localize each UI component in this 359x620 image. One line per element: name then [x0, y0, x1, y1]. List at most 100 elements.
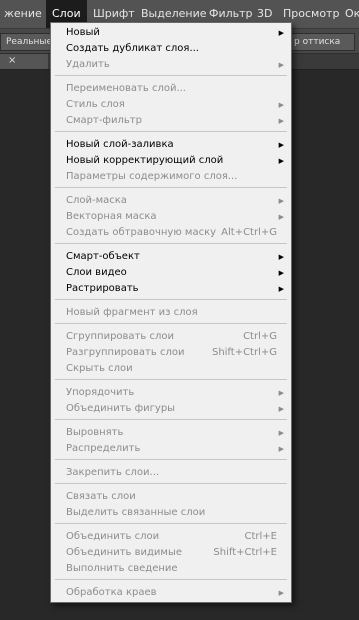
- menu-item-label: Новый фрагмент из слоя: [66, 307, 198, 318]
- menu-item-label: Распределить: [66, 443, 141, 454]
- submenu-arrow-icon: ▶: [278, 285, 284, 293]
- submenu-arrow-icon: ▶: [278, 269, 284, 277]
- menu-separator: [55, 131, 287, 132]
- menubar-item-image[interactable]: жение: [4, 0, 42, 28]
- menu-item-shortcut: Ctrl+E: [244, 531, 278, 542]
- menu-item-shortcut: Alt+Ctrl+G: [221, 227, 277, 238]
- menu-separator: [55, 299, 287, 300]
- menu-item-label: Обработка краев: [66, 587, 157, 598]
- menu-item-label: Стиль слоя: [66, 99, 125, 110]
- proof-colors-control[interactable]: р оттиска: [290, 33, 355, 51]
- menu-item-delete[interactable]: Удалить ▶: [51, 57, 291, 73]
- menubar-item-window[interactable]: Ок: [345, 0, 359, 28]
- menu-separator: [55, 419, 287, 420]
- menu-item-label: Скрыть слои: [66, 363, 133, 374]
- menu-item-hide-layers[interactable]: Скрыть слои: [51, 361, 291, 377]
- menu-item-flatten-image[interactable]: Выполнить сведение: [51, 561, 291, 577]
- menu-item-rename-layer[interactable]: Переименовать слой...: [51, 81, 291, 97]
- menu-separator: [55, 523, 287, 524]
- submenu-arrow-icon: ▶: [278, 429, 284, 437]
- menu-item-label: Новый корректирующий слой: [66, 155, 224, 166]
- menu-item-rasterize[interactable]: Растрировать ▶: [51, 281, 291, 297]
- menu-separator: [55, 483, 287, 484]
- menu-separator: [55, 243, 287, 244]
- menu-item-label: Закрепить слои...: [66, 467, 160, 478]
- menu-item-new[interactable]: Новый ▶: [51, 25, 291, 41]
- menu-item-label: Упорядочить: [66, 387, 135, 398]
- menu-item-smart-object[interactable]: Смарт-объект ▶: [51, 249, 291, 265]
- menu-item-group-layers[interactable]: Сгруппировать слои Ctrl+G: [51, 329, 291, 345]
- menu-item-shortcut: Ctrl+G: [243, 331, 277, 342]
- menu-item-link-layers[interactable]: Связать слои: [51, 489, 291, 505]
- menu-item-combine-shapes[interactable]: Объединить фигуры ▶: [51, 401, 291, 417]
- menu-item-smart-filter[interactable]: Смарт-фильтр ▶: [51, 113, 291, 129]
- submenu-arrow-icon: ▶: [278, 101, 284, 109]
- submenu-arrow-icon: ▶: [278, 141, 284, 149]
- menu-item-label: Новый: [66, 27, 100, 38]
- menu-item-merge-layers[interactable]: Объединить слои Ctrl+E: [51, 529, 291, 545]
- menu-item-layer-mask[interactable]: Слой-маска ▶: [51, 193, 291, 209]
- menu-item-new-slice-from-layer[interactable]: Новый фрагмент из слоя: [51, 305, 291, 321]
- menu-item-layer-content-options[interactable]: Параметры содержимого слоя...: [51, 169, 291, 185]
- menu-separator: [55, 579, 287, 580]
- menu-item-shortcut: Shift+Ctrl+E: [213, 547, 277, 558]
- menu-item-label: Параметры содержимого слоя...: [66, 171, 238, 182]
- menu-item-matting[interactable]: Обработка краев ▶: [51, 585, 291, 601]
- submenu-arrow-icon: ▶: [278, 445, 284, 453]
- submenu-arrow-icon: ▶: [278, 157, 284, 165]
- menu-separator: [55, 323, 287, 324]
- menu-item-align[interactable]: Выровнять ▶: [51, 425, 291, 441]
- menu-separator: [55, 459, 287, 460]
- menu-separator: [55, 75, 287, 76]
- menu-item-distribute[interactable]: Распределить ▶: [51, 441, 291, 457]
- menu-item-label: Создать дубликат слоя...: [66, 43, 199, 54]
- submenu-arrow-icon: ▶: [278, 253, 284, 261]
- submenu-arrow-icon: ▶: [278, 29, 284, 37]
- menu-item-label: Новый слой-заливка: [66, 139, 174, 150]
- menu-item-select-linked-layers[interactable]: Выделить связанные слои: [51, 505, 291, 521]
- submenu-arrow-icon: ▶: [278, 197, 284, 205]
- menu-item-video-layers[interactable]: Слои видео ▶: [51, 265, 291, 281]
- menu-item-label: Векторная маска: [66, 211, 157, 222]
- menu-item-new-fill-layer[interactable]: Новый слой-заливка ▶: [51, 137, 291, 153]
- menu-item-label: Растрировать: [66, 283, 139, 294]
- menu-item-create-clipping-mask[interactable]: Создать обтравочную маску Alt+Ctrl+G: [51, 225, 291, 241]
- menu-item-ungroup-layers[interactable]: Разгруппировать слои Shift+Ctrl+G: [51, 345, 291, 361]
- submenu-arrow-icon: ▶: [278, 61, 284, 69]
- menu-item-label: Объединить видимые: [66, 547, 183, 558]
- menu-item-label: Сгруппировать слои: [66, 331, 174, 342]
- menu-item-layer-style[interactable]: Стиль слоя ▶: [51, 97, 291, 113]
- menu-item-vector-mask[interactable]: Векторная маска ▶: [51, 209, 291, 225]
- layers-menu-dropdown: Новый ▶ Создать дубликат слоя... Удалить ▶ Пе…: [50, 22, 292, 603]
- menu-item-label: Объединить слои: [66, 531, 160, 542]
- menu-item-arrange[interactable]: Упорядочить ▶: [51, 385, 291, 401]
- menu-item-label: Выровнять: [66, 427, 124, 438]
- menu-item-label: Выделить связанные слои: [66, 507, 206, 518]
- options-left-control[interactable]: Реальные: [0, 33, 53, 51]
- menu-item-label: Объединить фигуры: [66, 403, 176, 414]
- menu-item-label: Слои видео: [66, 267, 127, 278]
- menu-item-label: Переименовать слой...: [66, 83, 186, 94]
- submenu-arrow-icon: ▶: [278, 213, 284, 221]
- menu-item-label: Разгруппировать слои: [66, 347, 185, 358]
- menu-item-label: Слой-маска: [66, 195, 127, 206]
- menu-item-label: Связать слои: [66, 491, 136, 502]
- submenu-arrow-icon: ▶: [278, 589, 284, 597]
- menu-item-label: Удалить: [66, 59, 110, 70]
- submenu-arrow-icon: ▶: [278, 389, 284, 397]
- menu-separator: [55, 187, 287, 188]
- menu-item-label: Смарт-объект: [66, 251, 140, 262]
- menu-item-shortcut: Shift+Ctrl+G: [211, 347, 277, 358]
- menu-item-merge-visible[interactable]: Объединить видимые Shift+Ctrl+E: [51, 545, 291, 561]
- menu-item-label: Смарт-фильтр: [66, 115, 142, 126]
- menu-item-lock-layers[interactable]: Закрепить слои...: [51, 465, 291, 481]
- close-icon[interactable]: ×: [8, 54, 16, 68]
- menu-item-label: Создать обтравочную маску: [66, 227, 217, 238]
- document-tab[interactable]: ×: [0, 54, 48, 69]
- submenu-arrow-icon: ▶: [278, 117, 284, 125]
- submenu-arrow-icon: ▶: [278, 405, 284, 413]
- menu-item-duplicate-layer[interactable]: Создать дубликат слоя...: [51, 41, 291, 57]
- menu-item-label: Выполнить сведение: [66, 563, 178, 574]
- menu-separator: [55, 379, 287, 380]
- menu-item-new-adjustment-layer[interactable]: Новый корректирующий слой ▶: [51, 153, 291, 169]
